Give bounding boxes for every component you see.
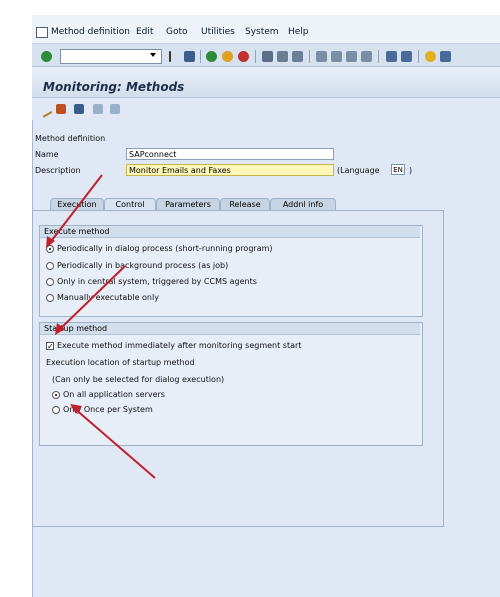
annotation-arrows bbox=[46, 174, 156, 479]
arrow-to-all-servers bbox=[73, 407, 156, 479]
arrow-to-startup-method bbox=[57, 265, 126, 332]
arrow-to-periodic-dialog bbox=[48, 174, 103, 245]
